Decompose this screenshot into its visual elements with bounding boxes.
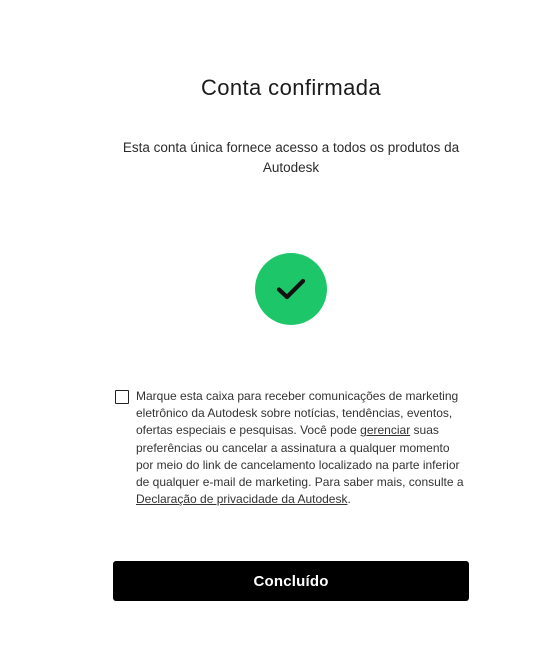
- marketing-consent-checkbox[interactable]: [115, 390, 129, 404]
- manage-preferences-link[interactable]: gerenciar: [360, 423, 410, 437]
- checkmark-icon: [276, 278, 306, 300]
- marketing-consent: Marque esta caixa para receber comunicaç…: [115, 388, 471, 508]
- success-badge: [255, 253, 327, 325]
- page-subtitle: Esta conta única fornece acesso a todos …: [122, 140, 460, 175]
- account-confirmed-page: Conta confirmada Esta conta única fornec…: [0, 0, 539, 656]
- done-button[interactable]: Concluído: [113, 561, 469, 601]
- page-title: Conta confirmada: [200, 75, 382, 100]
- privacy-statement-link[interactable]: Declaração de privacidade da Autodesk: [136, 492, 347, 506]
- consent-text-part-3: .: [347, 492, 351, 507]
- marketing-consent-text: Marque esta caixa para receber comunicaç…: [136, 388, 466, 508]
